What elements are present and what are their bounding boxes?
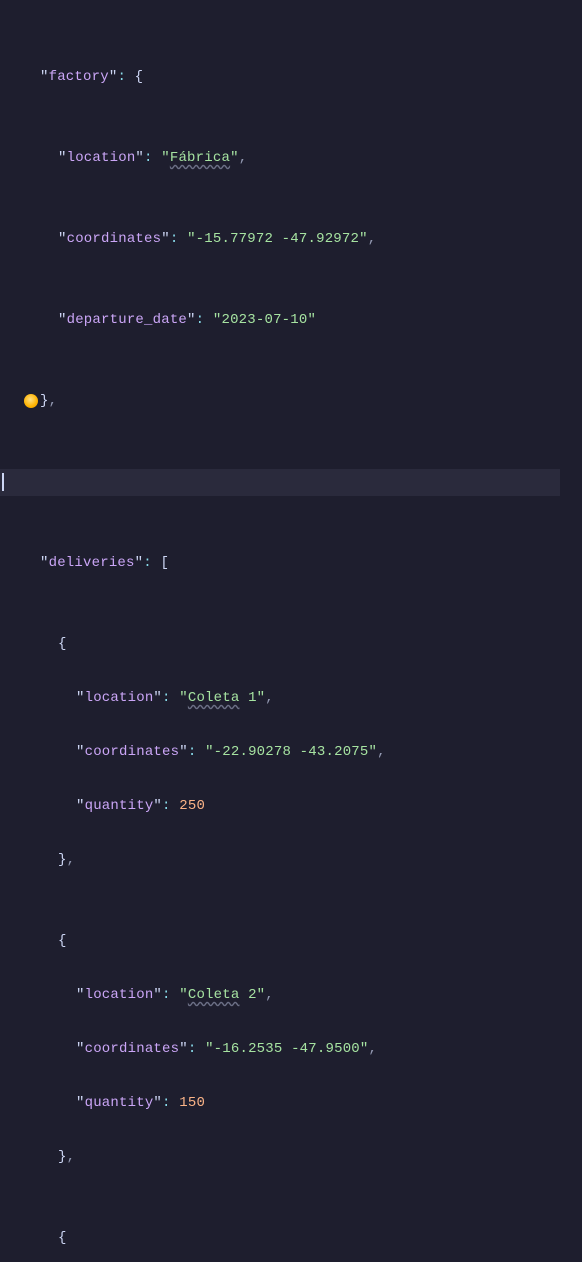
code-line: "departure_date": "2023-07-10" [22,307,582,334]
code-line: { [22,1225,582,1252]
code-editor[interactable]: "factory": { "location": "Fábrica", "coo… [0,0,582,1262]
code-line: }, [22,1144,582,1171]
code-line: "quantity": 150 [22,1090,582,1117]
code-line: "coordinates": "-16.2535 -47.9500", [22,1036,582,1063]
code-line: "coordinates": "-15.77972 -47.92972", [22,226,582,253]
code-line: { [22,631,582,658]
code-line: "coordinates": "-22.90278 -43.2075", [22,739,582,766]
code-line: }, [22,847,582,874]
code-line: "deliveries": [ [22,550,582,577]
code-line: "quantity": 250 [22,793,582,820]
current-line-highlight [0,469,560,496]
code-line: }, [22,388,582,415]
code-line: "location": "Fábrica", [22,145,582,172]
text-cursor [2,473,4,491]
code-line: { [22,928,582,955]
code-line: "location": "Coleta 2", [22,982,582,1009]
code-line: "factory": { [22,64,582,91]
lightbulb-icon[interactable] [24,394,38,408]
code-line: "location": "Coleta 1", [22,685,582,712]
